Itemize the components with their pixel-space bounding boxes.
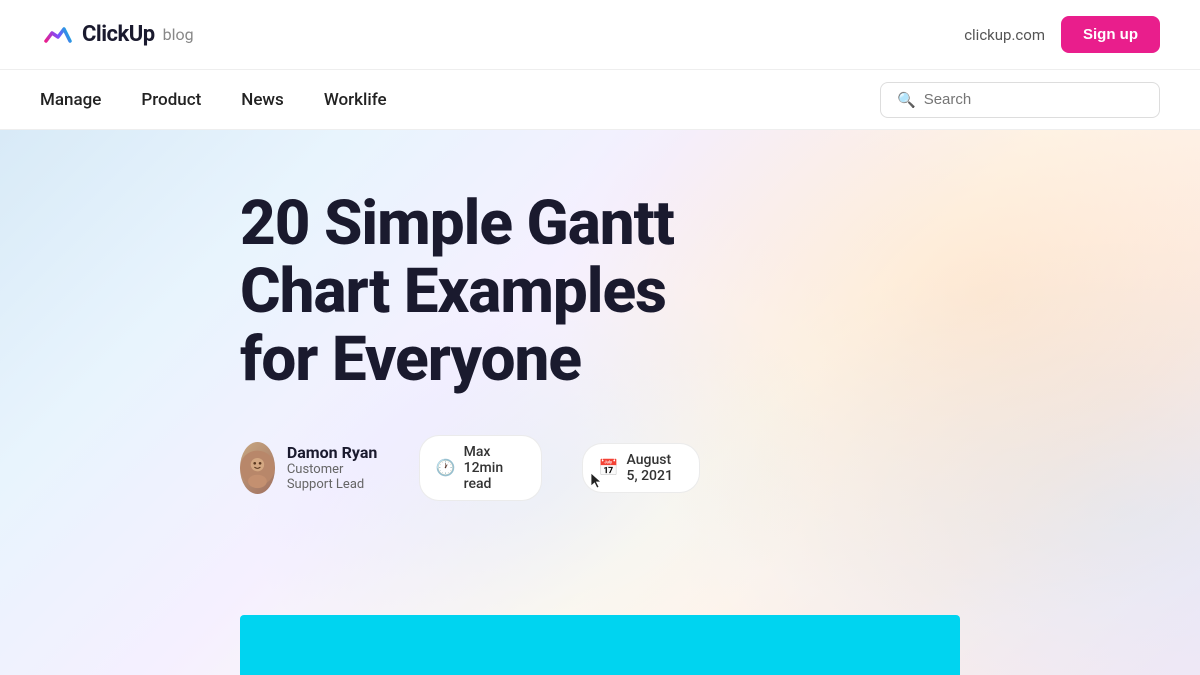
cursor [590,472,602,490]
article-meta: Damon Ryan Customer Support Lead 🕐 Max 1… [240,435,700,501]
author-info: Damon Ryan Customer Support Lead [240,442,379,494]
nav-item-product[interactable]: Product [141,90,201,110]
logo-text: ClickUp [82,22,155,47]
clock-icon: 🕐 [436,458,456,477]
main-nav: Manage Product News Worklife 🔍 [0,70,1200,130]
read-time-text: Max 12min read [464,444,525,492]
header-actions: clickup.com Sign up [964,16,1160,53]
nav-item-worklife[interactable]: Worklife [324,90,387,110]
publish-date: August 5, 2021 [627,452,683,484]
hero-content: 20 Simple Gantt Chart Examples for Every… [0,130,700,501]
clickup-site-link[interactable]: clickup.com [964,26,1045,44]
nav-links: Manage Product News Worklife [40,90,387,110]
article-title: 20 Simple Gantt Chart Examples for Every… [240,190,700,395]
author-name: Damon Ryan [287,443,379,462]
avatar [240,442,275,494]
hero-bottom-bar [240,615,960,675]
nav-item-news[interactable]: News [241,90,284,110]
author-details: Damon Ryan Customer Support Lead [287,443,379,492]
hero-section: 20 Simple Gantt Chart Examples for Every… [0,130,1200,675]
search-icon: 🔍 [897,91,916,109]
blog-label: blog [163,25,194,44]
read-time-badge: 🕐 Max 12min read [419,435,542,501]
author-role: Customer Support Lead [287,462,379,492]
signup-button[interactable]: Sign up [1061,16,1160,53]
site-header: ClickUp blog clickup.com Sign up [0,0,1200,70]
author-avatar-image [240,442,275,494]
clickup-logo-icon [40,17,76,53]
search-bar[interactable]: 🔍 [880,82,1160,118]
search-input[interactable] [924,91,1143,108]
logo-area: ClickUp blog [40,17,194,53]
nav-item-manage[interactable]: Manage [40,90,101,110]
